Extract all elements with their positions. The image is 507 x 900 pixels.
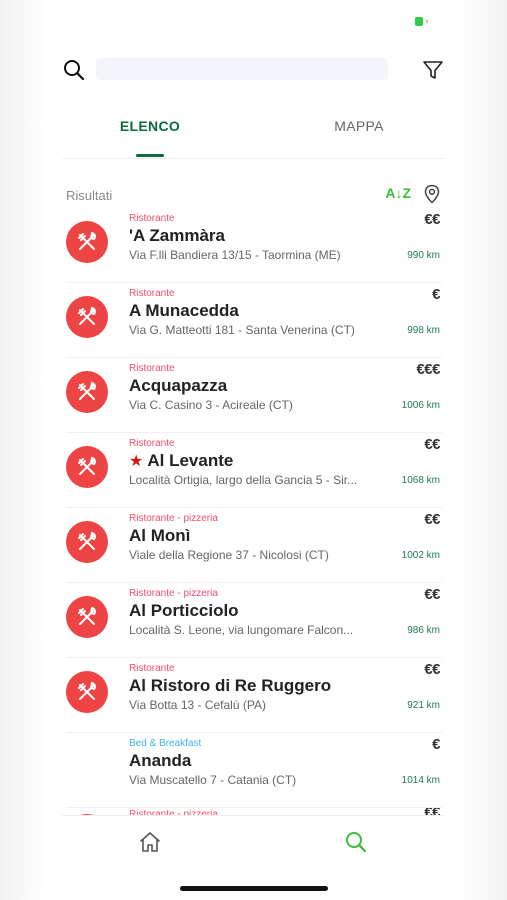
list-item[interactable]: Ristorante A Munacedda Via G. Matteotti … [66, 283, 442, 358]
item-name: Al Ristoro di Re Ruggero [129, 676, 332, 695]
item-category: Ristorante [129, 213, 175, 224]
item-name: Al Porticciolo [129, 601, 239, 620]
item-name: A Munacedda [129, 301, 239, 320]
item-address: Via Botta 13 - Cefalù (PA) [129, 698, 266, 712]
item-price: € [432, 286, 440, 303]
list-item[interactable]: Ristorante - pizzeria Al Porticciolo Loc… [66, 583, 442, 658]
status-bar [0, 0, 507, 44]
item-name: 'A Zammàra [129, 226, 226, 245]
item-category: Bed & Breakfast [129, 738, 202, 749]
fork-knife-icon [66, 296, 108, 338]
item-address: Via C. Casino 3 - Acireale (CT) [129, 398, 293, 412]
fork-knife-icon [66, 521, 108, 563]
home-icon[interactable] [138, 830, 162, 854]
item-name: ★ Al Levante [129, 451, 234, 470]
results-list: Ristorante 'A Zammàra Via F.lli Bandiera… [66, 208, 442, 822]
location-pin-icon[interactable] [423, 184, 441, 204]
item-address: Località Ortigia, largo della Gancia 5 -… [129, 473, 358, 487]
fork-knife-icon [66, 446, 108, 488]
item-distance: 1014 km [401, 775, 440, 786]
item-address: Località S. Leone, via lungomare Falcon.… [129, 623, 354, 637]
list-item[interactable]: Ristorante Acquapazza Via C. Casino 3 - … [66, 358, 442, 433]
fork-knife-icon [66, 221, 108, 263]
list-item[interactable]: Bed & Breakfast Ananda Via Muscatello 7 … [66, 733, 442, 808]
item-price: €€ [424, 661, 440, 678]
item-name: Ananda [129, 751, 192, 770]
bottom-nav [62, 815, 445, 866]
item-distance: 986 km [407, 625, 440, 636]
right-edge-shade [459, 0, 507, 900]
tabs-divider [62, 158, 445, 159]
item-category: Ristorante - pizzeria [129, 588, 218, 599]
item-address: Via Muscatello 7 - Catania (CT) [129, 773, 297, 787]
tab-bar: ELENCO MAPPA [62, 104, 445, 160]
left-edge-shade [0, 0, 48, 900]
list-item[interactable]: Ristorante 'A Zammàra Via F.lli Bandiera… [66, 208, 442, 283]
item-name: Al Monì [129, 526, 191, 545]
search-icon[interactable] [62, 58, 86, 82]
search-input[interactable] [96, 58, 388, 80]
item-address: Via G. Matteotti 181 - Santa Venerina (C… [129, 323, 355, 337]
tab-mappa[interactable]: MAPPA [294, 104, 424, 148]
item-price: € [432, 736, 440, 753]
active-tab-indicator [136, 154, 164, 157]
home-indicator [180, 886, 328, 891]
tab-elenco[interactable]: ELENCO [92, 104, 208, 148]
filter-icon[interactable] [421, 58, 445, 82]
item-price: €€ [424, 511, 440, 528]
item-category: Ristorante [129, 663, 175, 674]
item-category: Ristorante [129, 438, 175, 449]
star-icon: ★ [129, 453, 144, 470]
item-distance: 990 km [407, 250, 440, 261]
item-distance: 1006 km [401, 400, 440, 411]
sort-az-button[interactable]: A↓Z [385, 185, 411, 201]
item-category: Ristorante - pizzeria [129, 513, 218, 524]
results-header: Risultati A↓Z [66, 182, 441, 210]
battery-icon [415, 17, 429, 26]
item-price: €€ [424, 436, 440, 453]
item-price: €€€ [416, 361, 440, 378]
item-distance: 998 km [407, 325, 440, 336]
search-nav-icon[interactable] [344, 830, 368, 854]
fork-knife-icon [66, 596, 108, 638]
item-distance: 1002 km [401, 550, 440, 561]
list-item[interactable]: Ristorante Al Ristoro di Re Ruggero Via … [66, 658, 442, 733]
item-category: Ristorante [129, 363, 175, 374]
item-distance: 921 km [407, 700, 440, 711]
item-price: €€ [424, 586, 440, 603]
fork-knife-icon [66, 671, 108, 713]
item-distance: 1068 km [401, 475, 440, 486]
item-category: Ristorante [129, 288, 175, 299]
results-label: Risultati [66, 188, 113, 203]
list-item[interactable]: Ristorante ★ Al Levante Località Ortigia,… [66, 433, 442, 508]
item-address: Viale della Regione 37 - Nicolosi (CT) [129, 548, 329, 562]
item-address: Via F.lli Bandiera 13/15 - Taormina (ME) [129, 248, 341, 262]
item-price: €€ [424, 211, 440, 228]
item-name: Acquapazza [129, 376, 228, 395]
list-item[interactable]: Ristorante - pizzeria Al Monì Viale dell… [66, 508, 442, 583]
fork-knife-icon [66, 371, 108, 413]
search-row [62, 52, 445, 88]
